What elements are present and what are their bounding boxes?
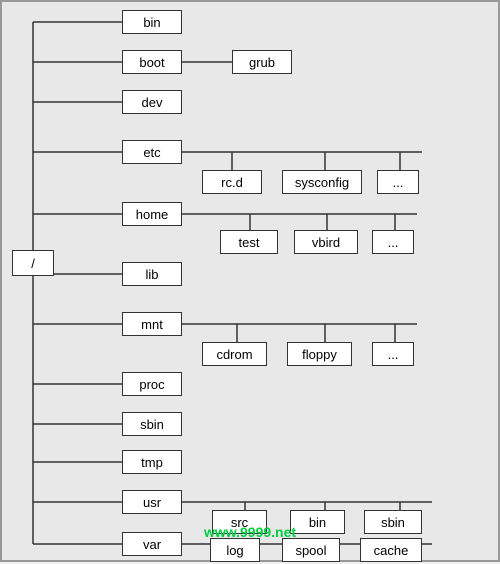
node-varlog: log [210,538,260,562]
node-etcdots: ... [377,170,419,194]
node-home: home [122,202,182,226]
node-mnt: mnt [122,312,182,336]
node-lib: lib [122,262,182,286]
node-sysconfig: sysconfig [282,170,362,194]
node-cdrom: cdrom [202,342,267,366]
node-test: test [220,230,278,254]
node-vbird: vbird [294,230,358,254]
node-usrsbin: sbin [364,510,422,534]
node-usr: usr [122,490,182,514]
watermark: www.9999.net [204,524,296,540]
node-sbin: sbin [122,412,182,436]
node-varspool: spool [282,538,340,562]
node-rcd: rc.d [202,170,262,194]
node-bin: bin [122,10,182,34]
node-floppy: floppy [287,342,352,366]
node-tmp: tmp [122,450,182,474]
connector-lines [2,2,500,564]
node-varcache: cache [360,538,422,562]
node-root: / [12,250,54,276]
node-proc: proc [122,372,182,396]
node-var: var [122,532,182,556]
node-usrbin: bin [290,510,345,534]
node-etc: etc [122,140,182,164]
node-grub: grub [232,50,292,74]
diagram-container: / bin boot grub dev etc rc.d sysconfig .… [0,0,500,562]
node-dev: dev [122,90,182,114]
node-boot: boot [122,50,182,74]
node-mntdots: ... [372,342,414,366]
node-homedots: ... [372,230,414,254]
